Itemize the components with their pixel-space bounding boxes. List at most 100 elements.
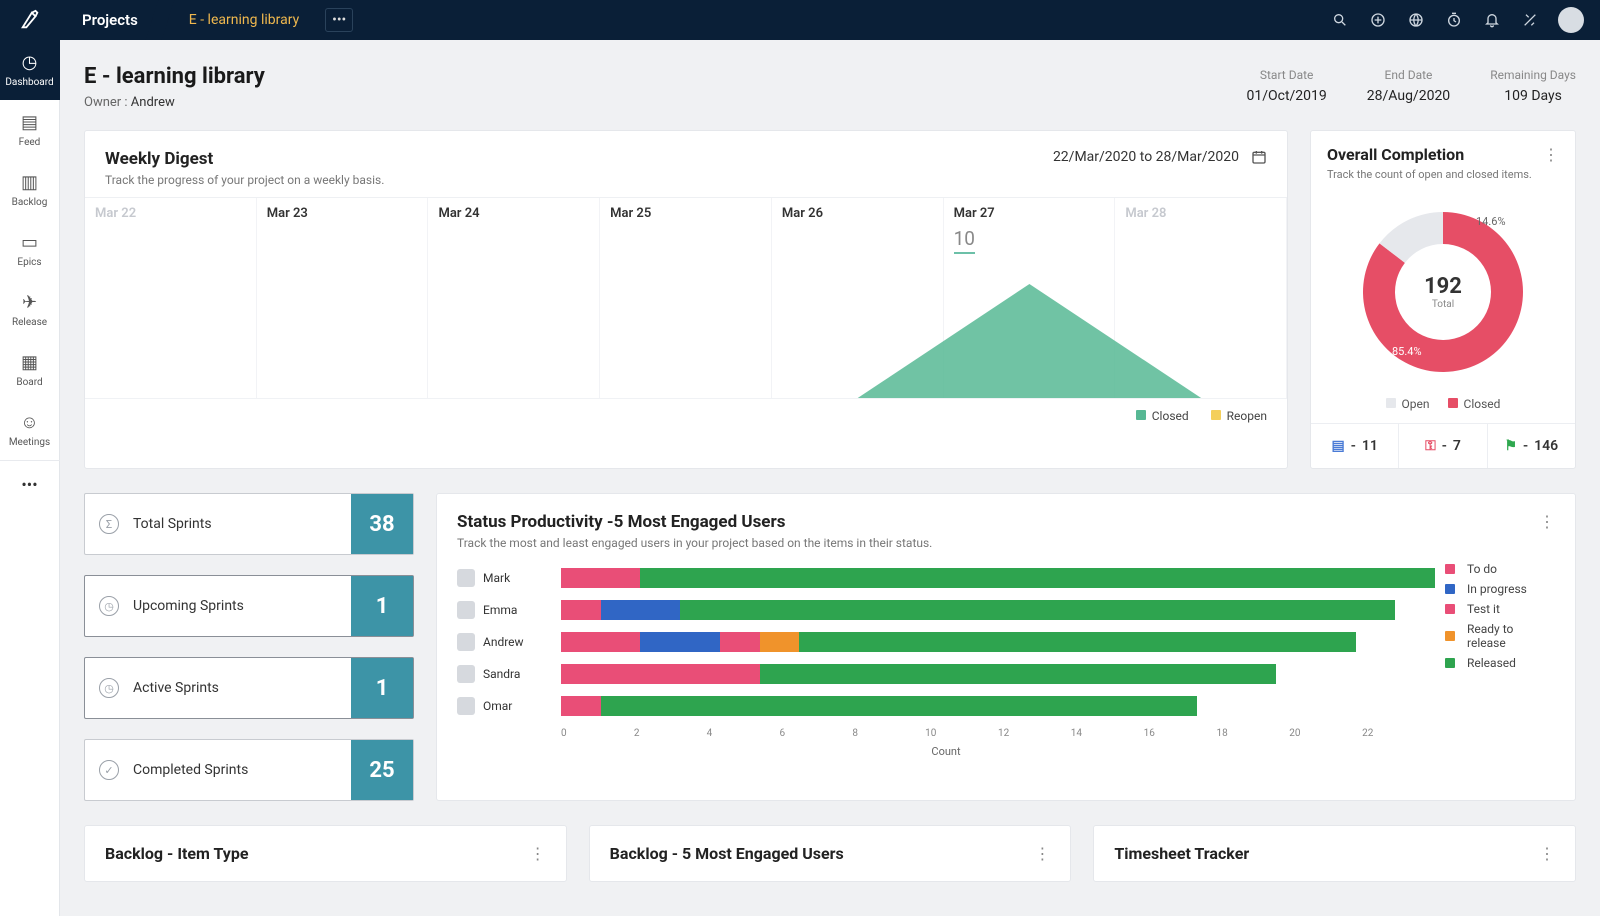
sidebar-icon: ✈ — [22, 292, 37, 313]
sidebar: ◷Dashboard▤Feed▥Backlog▭Epics ✈ Release ▦Bo… — [0, 40, 60, 916]
stat-value: 7 — [1453, 438, 1461, 454]
bar-segment — [760, 664, 1276, 684]
sidebar-more[interactable]: ••• — [0, 460, 60, 508]
bottom-card: Backlog - Item Type ⋮ — [84, 825, 567, 882]
date-label: Remaining Days — [1490, 68, 1576, 82]
stat-value: 146 — [1534, 438, 1558, 454]
status-user-row: Andrew — [457, 626, 1435, 658]
breadcrumb-root[interactable]: Projects — [60, 0, 161, 40]
date-value: 28/Aug/2020 — [1367, 88, 1450, 104]
sidebar-item-dashboard[interactable]: ◷Dashboard — [0, 40, 60, 100]
sidebar-item-feed[interactable]: ▤Feed — [0, 100, 60, 160]
card-menu-icon[interactable]: ⋮ — [1539, 844, 1555, 863]
user-name: Mark — [483, 571, 510, 585]
sprint-card[interactable]: ◷Active Sprints1 — [84, 657, 414, 719]
main-content: E - learning library Owner : Andrew Star… — [60, 40, 1600, 916]
legend-item: In progress — [1445, 582, 1555, 596]
sidebar-item-board[interactable]: ▦Board — [0, 340, 60, 400]
user-avatar-icon — [457, 569, 475, 587]
bar-segment — [640, 568, 1435, 588]
day-label: Mar 28 — [1125, 206, 1276, 221]
add-icon[interactable] — [1368, 10, 1388, 30]
stat-value: 11 — [1362, 438, 1378, 454]
bar-segment — [601, 696, 1197, 716]
status-user-row: Mark — [457, 562, 1435, 594]
card-menu-icon[interactable]: ⋮ — [1543, 145, 1559, 164]
status-title: Status Productivity -5 Most Engaged User… — [457, 512, 1555, 532]
sidebar-item-epics[interactable]: ▭Epics — [0, 220, 60, 280]
weekly-date-range[interactable]: 22/Mar/2020 to 28/Mar/2020 — [1053, 149, 1267, 165]
legend-closed-2: Closed — [1464, 397, 1501, 411]
status-user-row: Sandra — [457, 658, 1435, 690]
day-label: Mar 22 — [95, 206, 246, 221]
sidebar-item-meetings[interactable]: ☺Meetings — [0, 400, 60, 460]
status-x-axis: 0246810121416182022 — [561, 728, 1435, 739]
sprint-label: Total Sprints — [133, 516, 212, 532]
legend-closed: Closed — [1152, 409, 1189, 423]
user-avatar-icon — [457, 633, 475, 651]
timer-icon[interactable] — [1444, 10, 1464, 30]
calendar-icon[interactable] — [1251, 149, 1267, 165]
sidebar-item-backlog[interactable]: ▥Backlog — [0, 160, 60, 220]
breadcrumb-current[interactable]: E - learning library — [161, 0, 317, 40]
status-productivity-card: Status Productivity -5 Most Engaged User… — [436, 493, 1576, 801]
overall-donut-chart: 85.4%14.6% 192 Total — [1311, 187, 1575, 397]
status-user-row: Omar — [457, 690, 1435, 722]
sprint-icon: ◷ — [99, 596, 119, 616]
sprint-value: 1 — [351, 576, 413, 636]
sidebar-label: Dashboard — [5, 77, 53, 88]
card-menu-icon[interactable]: ⋮ — [1539, 512, 1555, 531]
svg-text:14.6%: 14.6% — [1476, 215, 1506, 228]
day-label: Mar 27 — [954, 206, 1105, 221]
bell-icon[interactable] — [1482, 10, 1502, 30]
legend-open: Open — [1402, 397, 1430, 411]
header-date-col: Remaining Days109 Days — [1490, 68, 1576, 104]
breadcrumb-more-button[interactable]: ••• — [325, 8, 353, 32]
search-icon[interactable] — [1330, 10, 1350, 30]
sidebar-icon: ▤ — [21, 112, 38, 133]
header-dates: Start Date01/Oct/2019End Date28/Aug/2020… — [1246, 64, 1576, 104]
sidebar-label: Release — [12, 317, 47, 328]
date-value: 01/Oct/2019 — [1246, 88, 1326, 104]
card-title: Backlog - Item Type — [105, 844, 248, 863]
legend-item: Ready to release — [1445, 622, 1555, 650]
app-logo[interactable] — [0, 0, 60, 40]
overall-completion-card: Overall Completion Track the count of op… — [1310, 130, 1576, 469]
user-avatar[interactable] — [1558, 7, 1584, 33]
svg-text:85.4%: 85.4% — [1392, 345, 1422, 358]
weekly-chart: Mar 22Mar 23Mar 24Mar 25Mar 26Mar 2710Ma… — [85, 198, 1287, 398]
overall-stat: ⚑-146 — [1487, 424, 1575, 468]
day-value[interactable]: 10 — [954, 227, 975, 254]
day-label: Mar 23 — [267, 206, 418, 221]
status-subtitle: Track the most and least engaged users i… — [457, 536, 1555, 550]
user-name: Andrew — [483, 635, 524, 649]
overall-stats: ▤-11⚿-7⚑-146 — [1311, 423, 1575, 468]
globe-icon[interactable] — [1406, 10, 1426, 30]
user-avatar-icon — [457, 697, 475, 715]
topbar-actions — [1330, 7, 1600, 33]
sidebar-label: Meetings — [9, 437, 50, 448]
status-xlabel: Count — [457, 745, 1435, 758]
weekly-area-chart — [85, 278, 1287, 398]
weekly-legend: Closed Reopen — [85, 398, 1287, 437]
status-bar-chart: Mark Emma Andrew SandraOmar 0246810121416182… — [457, 562, 1435, 758]
bar-segment — [561, 696, 601, 716]
date-label: End Date — [1367, 68, 1450, 82]
tools-icon[interactable] — [1520, 10, 1540, 30]
overall-subtitle: Track the count of open and closed items… — [1327, 168, 1532, 181]
sidebar-item-release[interactable]: ✈ Release — [0, 280, 60, 340]
bar-segment — [720, 632, 760, 652]
sprint-value: 25 — [351, 740, 413, 800]
day-label: Mar 26 — [782, 206, 933, 221]
sprint-card[interactable]: ✓Completed Sprints25 — [84, 739, 414, 801]
sprint-card[interactable]: ΣTotal Sprints38 — [84, 493, 414, 555]
bar-segment — [680, 600, 1395, 620]
overall-legend: Open Closed — [1311, 397, 1575, 423]
owner-name: Andrew — [131, 95, 175, 110]
bottom-card: Timesheet Tracker⋮ — [1093, 825, 1576, 882]
user-name: Emma — [483, 603, 517, 617]
sprint-card[interactable]: ◷Upcoming Sprints1 — [84, 575, 414, 637]
card-menu-icon[interactable]: ⋮ — [1034, 844, 1050, 863]
sprint-value: 38 — [351, 494, 413, 554]
card-menu-icon[interactable]: ⋮ — [530, 844, 546, 863]
